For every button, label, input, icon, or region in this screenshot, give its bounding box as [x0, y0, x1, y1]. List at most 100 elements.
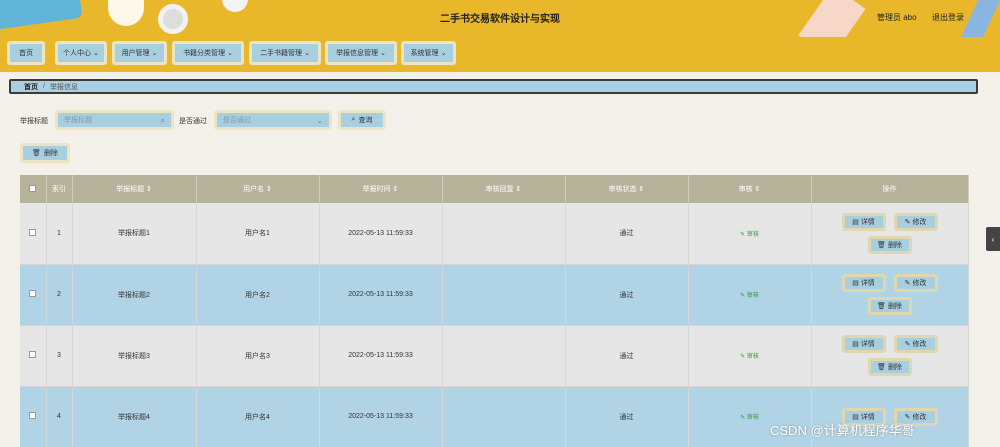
cell-time: 2022-05-13 11:59:33 [319, 264, 443, 326]
breadcrumb-home[interactable]: 首页 [24, 82, 38, 92]
trash-icon: 🗑 [877, 364, 886, 371]
title-filter-label: 举报标题 [20, 118, 48, 125]
column-header-username[interactable]: 用户名 ⇕ [196, 175, 320, 203]
cell-title: 举报标题1 [72, 203, 197, 265]
column-header-reply[interactable]: 审核回复 ⇕ [442, 175, 566, 203]
nav-item-used-books[interactable]: 二手书籍管理 ⌄ [249, 41, 321, 65]
pencil-icon: ✎ [904, 341, 911, 348]
cell-audit: ✎ 审核 [688, 325, 812, 387]
search-icon: ⌕ [160, 116, 165, 125]
cell-audit: ✎ 审核 [688, 203, 812, 265]
batch-delete-label: 删除 [43, 150, 58, 157]
delete-button[interactable]: 🗑 删除 [867, 358, 912, 376]
row-checkbox[interactable] [29, 290, 37, 297]
cell-status: 通过 [565, 386, 689, 447]
cell-title: 举报标题3 [72, 325, 197, 387]
cell-reply [442, 264, 566, 326]
nav-item-label: 书籍分类管理 [183, 50, 226, 57]
query-button-label: 查询 [358, 117, 373, 124]
row-checkbox[interactable] [29, 228, 37, 236]
nav-item-reports[interactable]: 举报信息管理 ⌄ [325, 41, 397, 65]
cell-username: 用户名3 [196, 325, 320, 387]
edit-button[interactable]: ✎ 修改 [893, 212, 938, 231]
cell-reply [442, 203, 566, 265]
nav-item-book-category[interactable]: 书籍分类管理 ⌄ [172, 41, 244, 65]
nav-item-personal[interactable]: 个人中心 ⌄ [55, 41, 107, 65]
side-collapse-tab[interactable]: ‹ [986, 227, 1000, 251]
sort-icon: ⇕ [638, 186, 645, 193]
trash-icon: 🗑 [877, 303, 886, 310]
pencil-icon: ✎ [904, 218, 911, 226]
edit-button[interactable]: ✎ 修改 [893, 274, 938, 292]
chevron-down-icon: ⌄ [440, 50, 447, 57]
passed-select-placeholder: 是否通过 [223, 117, 251, 124]
column-header-status[interactable]: 审核状态 ⇕ [565, 175, 689, 203]
cell-index: 2 [46, 264, 73, 326]
cell-title: 举报标题2 [72, 264, 197, 326]
edit-button[interactable]: ✎ 修改 [893, 335, 938, 353]
sort-icon: ⇕ [392, 186, 399, 193]
breadcrumb: 首页 / 举报信息 [9, 79, 978, 94]
audit-link[interactable]: ✎ 审核 [740, 415, 759, 421]
detail-button[interactable]: ▤ 详情 [841, 212, 886, 231]
passed-select[interactable]: 是否通过 ⌄ [214, 110, 332, 130]
cell-username: 用户名2 [196, 264, 320, 326]
cell-index: 3 [46, 325, 73, 387]
nav-item-users[interactable]: 用户管理 ⌄ [112, 41, 167, 65]
cell-username: 用户名4 [196, 386, 320, 447]
nav-item-label: 举报信息管理 [336, 50, 379, 57]
row-checkbox[interactable] [29, 351, 37, 358]
column-header-time[interactable]: 举报时间 ⇕ [319, 175, 443, 203]
pencil-icon: ✎ [740, 354, 746, 360]
audit-link[interactable]: ✎ 审核 [740, 293, 759, 299]
chevron-left-icon: ‹ [991, 234, 995, 244]
sort-icon: ⇕ [754, 186, 761, 193]
breadcrumb-current: 举报信息 [49, 83, 78, 91]
logout-link[interactable]: 退出登录 [932, 12, 964, 23]
nav-item-label: 首页 [19, 50, 33, 57]
table-row: 3 举报标题3 用户名3 2022-05-13 11:59:33 通过 ✎ 审核… [20, 325, 969, 387]
top-nav: 首页 个人中心 ⌄ 用户管理 ⌄ 书籍分类管理 ⌄ 二手书籍管理 ⌄ 举报信息管理 ⌄ 系… [0, 37, 1000, 72]
column-header-audit[interactable]: 审核 ⇕ [688, 175, 812, 203]
cell-actions: ▤ 详情 ✎ 修改 🗑 删除 [811, 203, 969, 265]
cell-reply [442, 386, 566, 447]
table-row: 2 举报标题2 用户名2 2022-05-13 11:59:33 通过 ✎ 审核… [20, 264, 969, 326]
row-select-cell [20, 264, 47, 326]
audit-link[interactable]: ✎ 审核 [740, 232, 759, 238]
delete-button[interactable]: 🗑 删除 [867, 235, 912, 254]
passed-filter-label: 是否通过 [179, 118, 207, 125]
title-search-input[interactable]: 举报标题 ⌕ [55, 110, 174, 130]
row-checkbox[interactable] [29, 412, 37, 419]
report-table: 索引 举报标题 ⇕ 用户名 ⇕ 举报时间 ⇕ 审核回复 ⇕ 审核状态 ⇕ 审核 … [20, 175, 969, 447]
column-header-actions: 操作 [811, 175, 969, 203]
cell-time: 2022-05-13 11:59:33 [319, 386, 443, 447]
batch-delete-button[interactable]: 🗑 删除 [20, 143, 70, 163]
nav-item-system[interactable]: 系统管理 ⌄ [401, 41, 456, 65]
cell-actions: ▤ 详情 ✎ 修改 🗑 删除 [811, 325, 969, 387]
detail-button[interactable]: ▤ 详情 [841, 335, 886, 353]
detail-button[interactable]: ▤ 详情 [841, 274, 886, 292]
table-row: 1 举报标题1 用户名1 2022-05-13 11:59:33 通过 ✎ 审核… [20, 203, 969, 265]
row-select-cell [20, 386, 47, 447]
query-button[interactable]: ⌕ 查询 [338, 110, 386, 130]
select-all-checkbox[interactable] [29, 184, 37, 192]
watermark: CSDN @计算机程序华哥 [770, 423, 915, 438]
audit-link[interactable]: ✎ 审核 [740, 354, 759, 360]
column-header-title[interactable]: 举报标题 ⇕ [72, 175, 197, 203]
delete-button[interactable]: 🗑 删除 [867, 297, 912, 315]
nav-item-label: 个人中心 [63, 50, 92, 57]
pencil-icon: ✎ [740, 231, 746, 238]
sort-icon: ⇕ [146, 186, 152, 193]
nav-item-home[interactable]: 首页 [7, 41, 45, 65]
pencil-icon: ✎ [904, 280, 911, 287]
pencil-icon: ✎ [740, 293, 746, 299]
cell-status: 通过 [565, 203, 689, 265]
current-user: 管理员 abo [877, 13, 917, 22]
cell-index: 4 [46, 386, 73, 447]
column-header-index[interactable]: 索引 [46, 175, 73, 203]
breadcrumb-separator: / [43, 83, 45, 90]
chevron-down-icon: ⌄ [304, 50, 310, 57]
cell-status: 通过 [565, 264, 689, 326]
document-icon: ▤ [852, 280, 859, 287]
cell-actions: ▤ 详情 ✎ 修改 🗑 删除 [811, 264, 969, 326]
